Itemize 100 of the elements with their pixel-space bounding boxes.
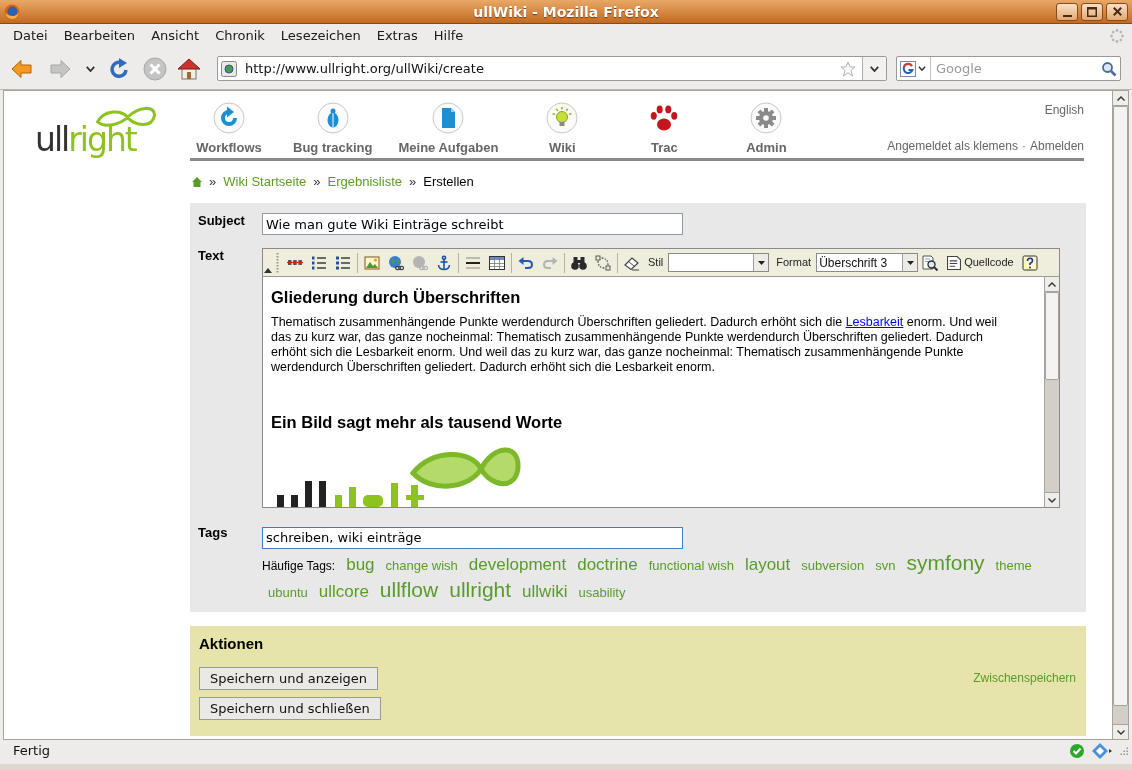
- close-icon: [1112, 7, 1122, 16]
- maximize-button[interactable]: [1081, 2, 1103, 21]
- format-select[interactable]: Überschrift 3: [816, 253, 919, 272]
- nav-link[interactable]: Trac: [626, 102, 703, 158]
- separator-dot: ·: [1021, 139, 1026, 154]
- menu-item[interactable]: Lesezeichen: [272, 27, 369, 45]
- gear-icon: [750, 102, 783, 134]
- back-arrow-icon[interactable]: [10, 58, 34, 79]
- star-icon[interactable]: [840, 60, 856, 77]
- page-icon: [221, 60, 237, 77]
- home-icon[interactable]: [177, 57, 201, 80]
- section-title: Aktionen: [199, 635, 265, 653]
- menu-item[interactable]: Bearbeiten: [55, 27, 144, 45]
- search-engine-icon: [900, 60, 916, 77]
- check-icon: [1070, 744, 1084, 758]
- undo-arrow-icon[interactable]: [518, 254, 534, 271]
- nav-link[interactable]: Workflows: [191, 102, 267, 158]
- history-dropdown-button[interactable]: [862, 57, 886, 80]
- chevron-down-icon: [1048, 497, 1056, 503]
- content-heading: Ein Bild sagt mehr als tausend Worte: [271, 412, 564, 432]
- address-bar[interactable]: http://www.ullright.org/ullWiki/create: [217, 56, 887, 81]
- minimize-icon: [1062, 14, 1072, 17]
- minimize-button[interactable]: [1056, 2, 1078, 21]
- binoculars-icon[interactable]: [571, 254, 587, 271]
- menu-item[interactable]: Ansicht: [143, 27, 208, 45]
- caret-icon: [757, 260, 765, 265]
- content-heading: Gliederung durch Überschriften: [271, 287, 522, 307]
- nav-link[interactable]: Meine Aufgaben: [398, 102, 499, 158]
- user-status: Angemeldet als klemens: [887, 139, 1018, 154]
- field-label: Tags: [198, 525, 229, 542]
- scroll-down-button[interactable]: [1113, 724, 1128, 739]
- caret-icon: [918, 66, 926, 71]
- resize-grip-icon: [1120, 747, 1128, 755]
- table-icon[interactable]: [489, 254, 505, 271]
- source-icon: [947, 255, 962, 270]
- scroll-up-button[interactable]: [1045, 277, 1059, 292]
- chevron-up-icon: [1116, 95, 1125, 101]
- caret-icon[interactable]: [86, 65, 95, 72]
- tag-link[interactable]: usability: [578, 581, 626, 605]
- anchor-icon[interactable]: [436, 254, 452, 271]
- close-button[interactable]: [1106, 2, 1128, 21]
- nav-link[interactable]: Wiki: [524, 102, 601, 158]
- breadcrumb-link[interactable]: Ergebnisliste: [327, 172, 402, 192]
- scroll-down-button[interactable]: [1045, 492, 1059, 507]
- nav-link[interactable]: Admin: [728, 102, 805, 158]
- menu-item[interactable]: Hilfe: [425, 27, 472, 45]
- home-icon[interactable]: [192, 177, 202, 187]
- menu-item[interactable]: Chronik: [207, 27, 273, 45]
- tag-link[interactable]: svn: [875, 554, 896, 578]
- style-select[interactable]: [668, 253, 770, 272]
- current-page-title: Erstellen: [423, 173, 474, 192]
- tag-link[interactable]: theme: [995, 554, 1032, 578]
- tags-field[interactable]: schreiben, wiki einträge: [262, 526, 683, 549]
- grip-icon: [276, 252, 279, 273]
- lightbulb-icon: [546, 102, 579, 134]
- breadcrumb-separator: »: [409, 173, 417, 192]
- globe-link-icon[interactable]: [388, 254, 404, 271]
- scrollbar-thumb[interactable]: [1045, 292, 1059, 380]
- breadcrumb-link[interactable]: Wiki Startseite: [223, 172, 307, 192]
- save-button[interactable]: Speichern und schließen: [199, 697, 381, 720]
- help-icon[interactable]: [1021, 254, 1038, 271]
- numbered-list-icon[interactable]: [311, 254, 327, 271]
- language-link[interactable]: English: [1044, 103, 1084, 118]
- tag-link[interactable]: functional wish: [648, 554, 734, 578]
- link[interactable]: Lesbarkeit: [845, 315, 904, 329]
- subject-field[interactable]: Wie man gute Wiki Einträge schreibt: [262, 213, 683, 235]
- collapse-icon[interactable]: [264, 268, 272, 273]
- caret-icon: [870, 65, 879, 72]
- bullet-list-icon[interactable]: [335, 254, 351, 271]
- maximize-icon: [1087, 6, 1097, 17]
- preview-icon[interactable]: [922, 254, 939, 271]
- reload-icon[interactable]: [107, 56, 131, 81]
- document-icon: [432, 102, 465, 134]
- logout-link[interactable]: Abmelden: [1029, 139, 1084, 154]
- chevron-up-icon: [1048, 281, 1056, 287]
- save-button[interactable]: Speichern und anzeigen: [199, 667, 378, 690]
- horizontal-rule-icon[interactable]: [465, 254, 481, 271]
- style-label: Stil: [648, 255, 664, 271]
- window-title: ullWiki - Mozilla Firefox: [473, 2, 659, 21]
- bug-icon: [316, 102, 349, 134]
- tag-link[interactable]: ubuntu: [268, 581, 308, 605]
- nav-link[interactable]: Bug tracking: [293, 102, 373, 158]
- replace-arrow-icon[interactable]: [595, 254, 611, 271]
- search-engine-button[interactable]: [897, 57, 931, 80]
- logo-text: ullright: [35, 123, 138, 157]
- status-text: Fertig: [13, 742, 51, 760]
- globe-icon: [4, 3, 20, 20]
- tag-link[interactable]: change wish: [385, 554, 458, 578]
- scroll-up-button[interactable]: [1113, 91, 1128, 106]
- paw-icon: [650, 104, 679, 132]
- breadcrumb-separator: »: [313, 173, 321, 192]
- image-icon[interactable]: [364, 254, 380, 271]
- paragraph: Thematisch zusammenhängende Punkte werdendurch Überschriften geliedert. Dadurch erhöht sich die Lesbarkeit enorm. Und weil das zu kurz war, das ganze nocheinmal: Thematisch zusammenhängende Punkte werdendurch Überschriften geliedert. Dadurch erhöht sich die Lesbarkeit enorm. Und weil das zu kurz war, das ganze nocheinmal: Thematisch zusammenhängende Punkte werdendurch Überschriften geliedert. Dadurch erhöht sich die Lesbarkeit enorm.: [271, 315, 999, 375]
- menu-item[interactable]: Extras: [368, 27, 426, 45]
- search-icon[interactable]: [1101, 60, 1117, 77]
- source-button[interactable]: Quellcode: [947, 254, 1014, 271]
- chevron-down-icon: [1116, 729, 1125, 735]
- menu-item[interactable]: Datei: [5, 27, 56, 45]
- popular-tags-label: Häufige Tags:: [262, 558, 336, 575]
- field-label: Subject: [198, 213, 246, 230]
